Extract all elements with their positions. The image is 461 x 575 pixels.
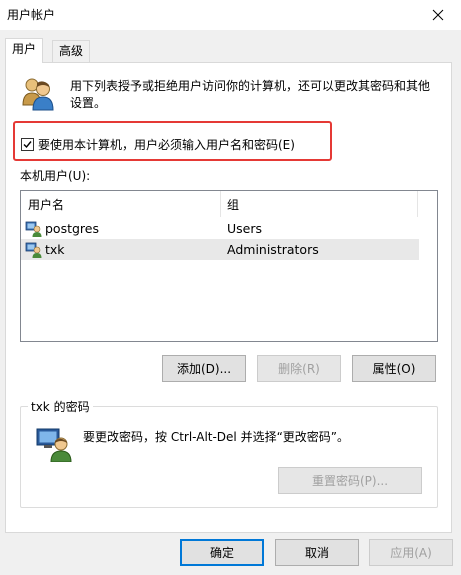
cell-group: Users (227, 221, 263, 236)
users-icon (22, 78, 54, 111)
ok-button[interactable]: 确定 (180, 539, 264, 566)
table-row[interactable]: txk Administrators (21, 239, 419, 260)
user-icon (25, 242, 42, 258)
close-icon (432, 9, 444, 21)
intro-text: 用下列表授予或拒绝用户访问你的计算机，还可以更改其密码和其他 设置。 (70, 78, 445, 112)
apply-button[interactable]: 应用(A) (369, 539, 453, 566)
cancel-button[interactable]: 取消 (275, 539, 359, 566)
tab-users[interactable]: 用户 (5, 38, 44, 63)
cell-username: txk (45, 242, 65, 257)
intro-text-line2: 设置。 (70, 96, 107, 110)
add-user-button[interactable]: 添加(D)... (162, 355, 246, 382)
password-group-title: txk 的密码 (28, 398, 93, 415)
title-bar: 用户帐户 (0, 0, 461, 30)
tab-advanced[interactable]: 高级 (52, 40, 91, 62)
checkmark-icon (23, 141, 32, 149)
intro-text-line1: 用下列表授予或拒绝用户访问你的计算机，还可以更改其密码和其他 (70, 79, 431, 93)
cell-group: Administrators (227, 242, 319, 257)
listview-header: 用户名 组 (21, 191, 419, 217)
local-users-label: 本机用户(U): (20, 169, 91, 183)
column-separator[interactable] (220, 191, 221, 217)
column-separator[interactable] (417, 191, 418, 217)
column-header-username[interactable]: 用户名 (28, 196, 64, 213)
tab-users-label: 用户 (12, 42, 37, 56)
reset-password-button[interactable]: 重置密码(P)... (278, 467, 422, 494)
properties-button[interactable]: 属性(O) (352, 355, 436, 382)
tab-advanced-label: 高级 (59, 44, 84, 58)
require-password-label[interactable]: 要使用本计算机，用户必须输入用户名和密码(E) (38, 136, 295, 153)
users-listview[interactable]: 用户名 组 postgres Users txk Administrators (20, 190, 438, 342)
user-icon (25, 221, 42, 237)
cell-username: postgres (45, 221, 99, 236)
password-user-icon (36, 428, 72, 462)
remove-user-button[interactable]: 删除(R) (257, 355, 341, 382)
require-password-checkbox[interactable] (21, 138, 34, 151)
column-header-group[interactable]: 组 (227, 196, 239, 213)
table-row[interactable]: postgres Users (21, 218, 419, 239)
window-title: 用户帐户 (7, 8, 56, 22)
password-instructions: 要更改密码，按 Ctrl-Alt-Del 并选择“更改密码”。 (83, 430, 350, 444)
close-button[interactable] (415, 0, 461, 30)
